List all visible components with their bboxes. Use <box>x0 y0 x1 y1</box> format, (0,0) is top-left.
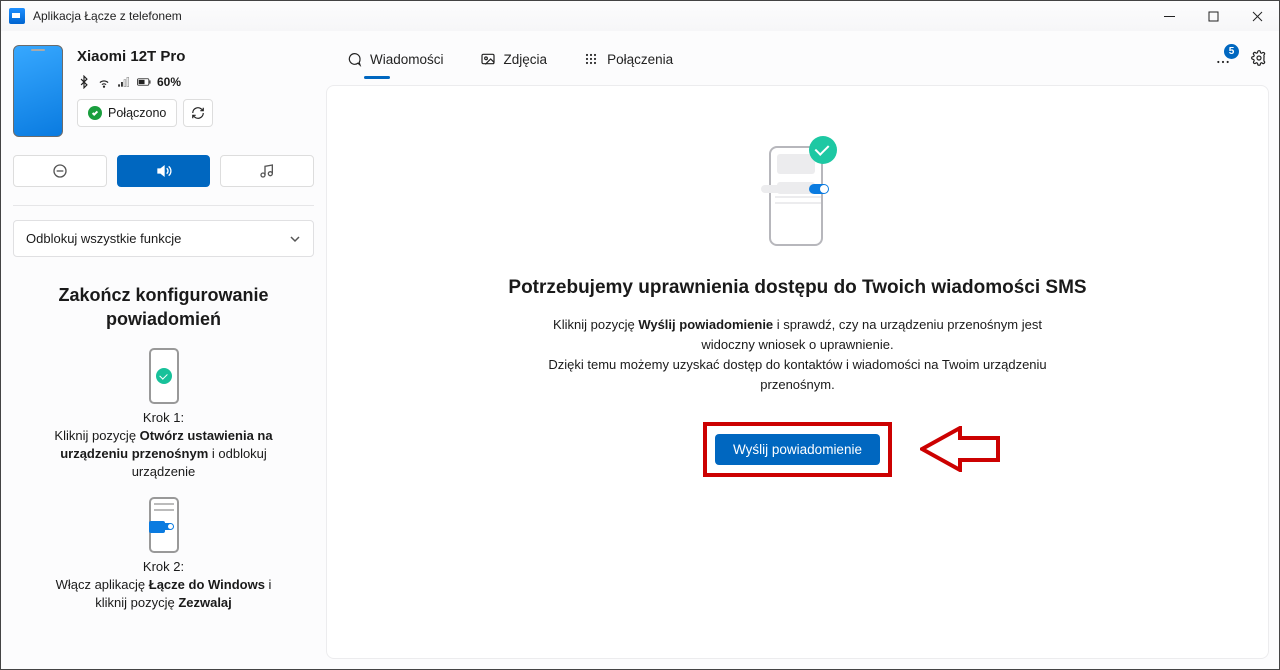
app-icon <box>9 8 25 24</box>
volume-icon <box>156 163 172 179</box>
step2-desc: Włącz aplikację Łącze do Windows i klikn… <box>39 576 288 612</box>
dial-icon <box>583 51 599 67</box>
chevron-down-icon <box>289 233 301 245</box>
tab-calls[interactable]: Połączenia <box>579 45 677 73</box>
step2-illustration <box>149 497 179 553</box>
dnd-icon <box>52 163 68 179</box>
photos-icon <box>480 51 496 67</box>
signal-icon <box>117 75 131 89</box>
sidebar: Xiaomi 12T Pro 60% Połączono <box>1 31 326 669</box>
music-icon <box>259 163 275 179</box>
mode-buttons <box>13 155 314 187</box>
main-heading: Potrzebujemy uprawnienia dostępu do Twoi… <box>508 277 1086 299</box>
annotation-arrow <box>920 426 1000 472</box>
setup-title: Zakończ konfigurowanie powiadomień <box>13 283 314 332</box>
sound-button[interactable] <box>117 155 211 187</box>
connection-label: Połączono <box>108 106 166 120</box>
main-description: Kliknij pozycję Wyślij powiadomienie i s… <box>528 315 1068 396</box>
messages-icon <box>346 51 362 67</box>
step1-label: Krok 1: <box>39 410 288 425</box>
bluetooth-icon <box>77 75 91 89</box>
maximize-button[interactable] <box>1191 1 1235 31</box>
check-circle-icon <box>88 106 102 120</box>
gear-icon <box>1251 50 1267 66</box>
cta-highlight: Wyślij powiadomienie <box>703 422 892 477</box>
step-1: Krok 1: Kliknij pozycję Otwórz ustawieni… <box>13 348 314 482</box>
step1-illustration <box>149 348 179 404</box>
battery-text: 60% <box>157 75 181 89</box>
connection-status-chip[interactable]: Połączono <box>77 99 177 127</box>
notification-badge: 5 <box>1224 44 1239 59</box>
app-title: Aplikacja Łącze z telefonem <box>33 9 182 23</box>
minimize-button[interactable] <box>1147 1 1191 31</box>
phone-name: Xiaomi 12T Pro <box>77 48 314 65</box>
app-window: Aplikacja Łącze z telefonem Xiaomi 12T P… <box>0 0 1280 670</box>
check-circle-icon <box>809 136 837 164</box>
phone-card: Xiaomi 12T Pro 60% Połączono <box>13 45 314 137</box>
step-2: Krok 2: Włącz aplikację Łącze do Windows… <box>13 497 314 612</box>
dnd-button[interactable] <box>13 155 107 187</box>
unlock-label: Odblokuj wszystkie funkcje <box>26 231 181 246</box>
tab-messages[interactable]: Wiadomości <box>342 45 448 73</box>
tabs: Wiadomości Zdjęcia Połączenia 5 <box>326 31 1279 81</box>
send-notification-button[interactable]: Wyślij powiadomienie <box>715 434 880 465</box>
notifications-button[interactable]: 5 <box>1215 50 1231 69</box>
permission-illustration <box>763 136 833 251</box>
wifi-icon <box>97 75 111 89</box>
titlebar: Aplikacja Łącze z telefonem <box>1 1 1279 31</box>
shield-check-icon <box>156 368 172 384</box>
phone-illustration <box>13 45 63 137</box>
content-card: Potrzebujemy uprawnienia dostępu do Twoi… <box>326 85 1269 659</box>
settings-button[interactable] <box>1251 50 1267 69</box>
step1-desc: Kliknij pozycję Otwórz ustawienia na urz… <box>39 427 288 482</box>
unlock-features-row[interactable]: Odblokuj wszystkie funkcje <box>13 220 314 257</box>
main-panel: Wiadomości Zdjęcia Połączenia 5 <box>326 31 1279 669</box>
toggle-on-icon <box>809 184 829 194</box>
status-icons: 60% <box>77 75 314 89</box>
music-button[interactable] <box>220 155 314 187</box>
battery-icon <box>137 75 151 89</box>
step2-label: Krok 2: <box>39 559 288 574</box>
refresh-icon <box>191 106 205 120</box>
tab-photos[interactable]: Zdjęcia <box>476 45 552 73</box>
toggle-icon <box>160 523 174 530</box>
refresh-button[interactable] <box>183 99 213 127</box>
close-button[interactable] <box>1235 1 1279 31</box>
